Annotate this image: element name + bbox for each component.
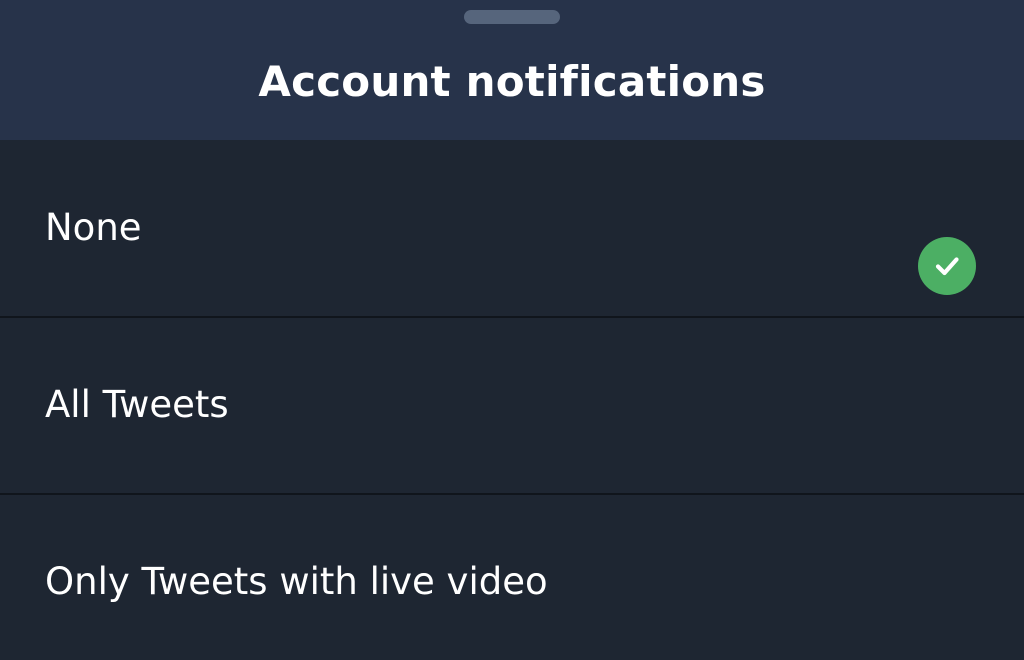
option-none[interactable]: None bbox=[0, 141, 1024, 318]
option-live-video[interactable]: Only Tweets with live video bbox=[0, 495, 1024, 660]
option-all-tweets[interactable]: All Tweets bbox=[0, 318, 1024, 495]
option-label: Only Tweets with live video bbox=[45, 560, 548, 603]
option-label: None bbox=[45, 206, 142, 249]
option-label: All Tweets bbox=[45, 383, 229, 426]
checkmark-icon bbox=[918, 237, 976, 295]
notification-options-list: None All Tweets Only Tweets with live vi… bbox=[0, 141, 1024, 660]
drag-handle-icon[interactable] bbox=[464, 10, 560, 24]
sheet-title: Account notifications bbox=[258, 57, 766, 106]
account-notifications-sheet: Account notifications None All Tweets On… bbox=[0, 0, 1024, 660]
sheet-header: Account notifications bbox=[0, 0, 1024, 140]
